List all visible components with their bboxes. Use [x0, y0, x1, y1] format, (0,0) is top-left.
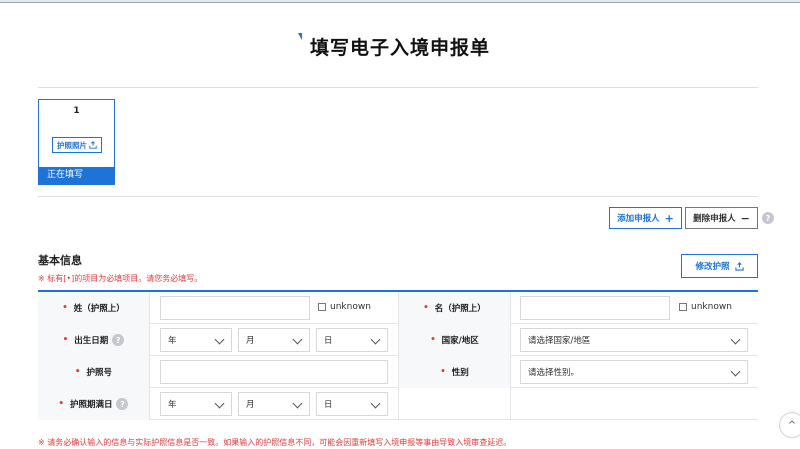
chevron-down-icon: [730, 334, 741, 345]
birth-date-label: • 出生日期 ?: [38, 324, 149, 356]
scroll-to-top-button[interactable]: ^: [779, 412, 800, 438]
country-label: • 国家/地区: [399, 324, 510, 356]
chevron-down-icon: [292, 334, 303, 345]
passport-photo-label: 护照照片: [57, 140, 87, 150]
passport-number-label-text: 护照号: [86, 368, 112, 378]
help-icon[interactable]: ?: [762, 212, 774, 224]
passport-number-label: • 护照号: [38, 356, 149, 388]
chevron-up-icon: ^: [787, 419, 797, 431]
applicant-card-1[interactable]: 1 护照照片 正在填写: [38, 99, 115, 185]
upload-icon: [734, 261, 744, 271]
expiry-year-select[interactable]: 年: [160, 392, 232, 416]
surname-unknown-checkbox[interactable]: unknown: [318, 302, 371, 312]
chevron-down-icon: [214, 398, 225, 409]
chevron-down-icon: [214, 334, 225, 345]
cell-divider: [510, 324, 511, 356]
required-mark: •: [58, 399, 64, 409]
cell-divider: [149, 388, 150, 420]
passport-number-input[interactable]: [160, 360, 388, 384]
required-mark: •: [62, 335, 69, 345]
country-placeholder: 请选择国家/地區: [528, 336, 591, 346]
page-title: 填写电子入境申报单: [297, 33, 490, 60]
birth-date-label-text: 出生日期: [74, 336, 109, 346]
footer-note: ※ 请务必确认输入的信息与实际护照信息是否一致。如果输入的护照信息不同，可能会因…: [38, 438, 512, 447]
surname-label-text: 姓（护照上）: [73, 304, 125, 314]
cell-divider: [510, 388, 511, 420]
given-name-label: • 名（护照上）: [399, 292, 510, 324]
expiry-year-value: 年: [168, 400, 177, 410]
birth-month-select[interactable]: 月: [238, 328, 310, 352]
cell-divider: [510, 356, 511, 388]
cell-divider: [398, 388, 399, 420]
upload-icon: [89, 141, 97, 149]
expiry-date-label-text: 护照期满日: [69, 400, 113, 410]
birth-day-value: 日: [324, 336, 333, 346]
expiry-month-select[interactable]: 月: [238, 392, 310, 416]
edit-passport-label: 修改护照: [695, 262, 730, 272]
applicant-status: 正在填写: [39, 167, 114, 184]
add-applicant-label: 添加申报人: [617, 214, 660, 224]
form-row-name: • 姓（护照上） unknown • 名（护照上） unknown: [38, 292, 758, 324]
birth-month-value: 月: [246, 336, 255, 346]
expiry-day-select[interactable]: 日: [316, 392, 388, 416]
gender-label-text: 性别: [451, 368, 469, 378]
chevron-down-icon: [292, 398, 303, 409]
plus-icon: +: [664, 211, 674, 225]
remove-applicant-label: 删除申报人: [693, 214, 736, 224]
help-icon[interactable]: ?: [116, 398, 129, 410]
required-mark: •: [423, 303, 429, 313]
cell-divider: [149, 324, 150, 356]
birth-day-select[interactable]: 日: [316, 328, 388, 352]
required-mark: •: [62, 303, 68, 313]
cell-divider: [510, 292, 511, 324]
birth-year-select[interactable]: 年: [160, 328, 232, 352]
required-mark: •: [75, 367, 81, 377]
required-mark: •: [440, 367, 446, 377]
surname-unknown-label: unknown: [330, 302, 371, 312]
section-title: 基本信息: [38, 254, 82, 267]
top-border: [0, 0, 800, 3]
passport-photo-button[interactable]: 护照照片: [52, 137, 102, 153]
gender-label: • 性别: [399, 356, 510, 388]
edit-passport-button[interactable]: 修改护照: [681, 254, 758, 278]
surname-label: • 姓（护照上）: [38, 292, 149, 324]
gender-placeholder: 请选择性别。: [528, 368, 580, 378]
given-unknown-label: unknown: [691, 302, 732, 312]
form-row-expiry: • 护照期满日 ? 年 月 日: [38, 388, 758, 420]
help-icon[interactable]: ?: [112, 334, 125, 346]
country-select[interactable]: 请选择国家/地區: [520, 328, 748, 352]
birth-year-value: 年: [168, 336, 177, 346]
basic-info-form: • 姓（护照上） unknown • 名（护照上） unknown • 出生日期…: [38, 290, 758, 420]
remove-applicant-button[interactable]: 删除申报人 −: [685, 207, 758, 229]
cell-divider: [149, 292, 150, 324]
title-area: 填写电子入境申报单: [0, 33, 800, 60]
checkbox-box[interactable]: [318, 303, 326, 311]
form-row-passport: • 护照号 • 性别 请选择性别。: [38, 356, 758, 388]
given-name-label-text: 名（护照上）: [434, 304, 486, 314]
page-title-text: 填写电子入境申报单: [309, 37, 490, 59]
form-row-birth: • 出生日期 ? 年 月 日 • 国家/地区 请选择国家/地區: [38, 324, 758, 356]
required-note: ※ 标有[•]的项目为必填项目。请您务必填写。: [38, 274, 203, 283]
given-unknown-checkbox[interactable]: unknown: [679, 302, 732, 312]
expiry-day-value: 日: [324, 400, 333, 410]
applicant-number: 1: [73, 106, 80, 116]
given-name-input[interactable]: [520, 296, 670, 320]
title-accent-mark: [297, 33, 302, 40]
cell-divider: [149, 356, 150, 388]
surname-input[interactable]: [160, 296, 310, 320]
required-mark: •: [430, 335, 436, 345]
add-applicant-button[interactable]: 添加申报人 +: [609, 207, 682, 229]
chevron-down-icon: [370, 334, 381, 345]
chevron-down-icon: [370, 398, 381, 409]
chevron-down-icon: [730, 366, 741, 377]
gender-select[interactable]: 请选择性别。: [520, 360, 748, 384]
minus-icon: −: [740, 211, 750, 225]
divider-top: [38, 87, 758, 88]
divider-middle: [38, 196, 758, 197]
expiry-month-value: 月: [246, 400, 255, 410]
country-label-text: 国家/地区: [441, 336, 479, 346]
expiry-date-label: • 护照期满日 ?: [38, 388, 149, 420]
checkbox-box[interactable]: [679, 303, 687, 311]
